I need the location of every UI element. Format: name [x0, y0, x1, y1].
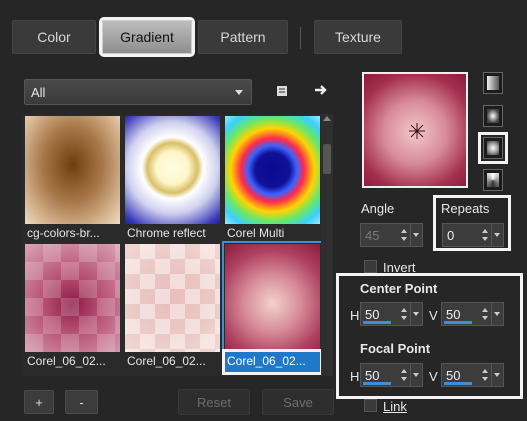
reset-button[interactable]: Reset: [178, 389, 250, 415]
tab-gradient[interactable]: Gradient: [99, 17, 195, 57]
angular-gradient-icon: [487, 173, 499, 187]
linear-gradient-button[interactable]: [483, 72, 503, 94]
tab-pattern[interactable]: Pattern: [198, 20, 288, 54]
value-bar: [444, 321, 472, 324]
gradient-thumbnail: [225, 116, 320, 224]
center-h-label: H: [350, 308, 360, 323]
radial-gradient-icon: [487, 141, 499, 155]
angle-label: Angle: [361, 201, 395, 216]
spin-arrows-icon[interactable]: [481, 303, 491, 325]
add-button[interactable]: +: [24, 390, 54, 414]
gallery-item-caption: cg-colors-br...: [27, 226, 100, 240]
gallery-item[interactable]: Corel Multi: [225, 116, 320, 244]
angle-spinner: 45: [360, 223, 423, 247]
gallery-item-selected[interactable]: Corel_06_02...: [222, 241, 323, 375]
gallery-item[interactable]: cg-colors-br...: [25, 116, 120, 244]
chevron-down-icon: [410, 224, 422, 246]
category-dropdown-value: All: [31, 84, 46, 100]
focal-h-spinner[interactable]: 50: [360, 363, 423, 387]
link-checkbox[interactable]: [364, 399, 377, 412]
repeats-spinner[interactable]: 0: [442, 223, 504, 247]
value-bar: [363, 321, 391, 324]
tab-bar: Color Gradient Pattern Texture: [0, 0, 527, 62]
center-v-label: V: [429, 308, 438, 323]
focal-h-value[interactable]: 50: [361, 368, 400, 383]
focal-h-label: H: [350, 369, 360, 384]
link-label[interactable]: Link: [383, 399, 407, 414]
center-h-spinner[interactable]: 50: [360, 302, 423, 326]
linear-gradient-icon: [487, 76, 499, 90]
value-bar: [444, 382, 472, 385]
chevron-down-icon[interactable]: [491, 364, 503, 386]
center-point-label: Center Point: [360, 281, 438, 296]
invert-label[interactable]: Invert: [383, 260, 416, 275]
spin-arrows-icon[interactable]: [481, 224, 491, 246]
chevron-down-icon[interactable]: [491, 303, 503, 325]
spin-arrows-icon: [400, 224, 410, 246]
center-v-value[interactable]: 50: [442, 307, 481, 322]
gradient-preview[interactable]: [362, 72, 468, 188]
gradient-thumbnail: [125, 116, 220, 224]
repeats-value[interactable]: 0: [443, 228, 481, 243]
gradient-thumbnail: [25, 116, 120, 224]
angular-gradient-button[interactable]: [483, 169, 503, 191]
spin-arrows-icon[interactable]: [400, 364, 410, 386]
chevron-down-icon: [235, 90, 243, 95]
gallery-item-caption: Corel_06_02...: [27, 354, 106, 368]
rectangular-gradient-button[interactable]: [483, 105, 503, 127]
center-v-spinner[interactable]: 50: [441, 302, 504, 326]
scroll-up-icon[interactable]: [323, 116, 331, 121]
angle-value: 45: [365, 227, 380, 243]
gallery-scrollbar[interactable]: [321, 114, 333, 376]
center-h-value[interactable]: 50: [361, 307, 400, 322]
tab-separator: [300, 27, 301, 49]
gallery-item-caption: Chrome reflect: [127, 226, 206, 240]
tab-color[interactable]: Color: [12, 20, 96, 54]
tab-texture[interactable]: Texture: [314, 20, 402, 54]
gallery-item-caption: Corel_06_02...: [127, 354, 206, 368]
gallery-item[interactable]: Corel_06_02...: [25, 244, 120, 372]
focal-v-spinner[interactable]: 50: [441, 363, 504, 387]
save-button[interactable]: Save: [262, 389, 334, 415]
remove-button[interactable]: -: [65, 390, 98, 414]
value-bar: [363, 382, 391, 385]
gradient-thumbnail: [225, 244, 320, 352]
book-icon[interactable]: [272, 81, 292, 101]
focal-point-label: Focal Point: [360, 341, 431, 356]
gradient-gallery: cg-colors-br... Chrome reflect Corel Mul…: [22, 114, 323, 376]
gradient-thumbnail: [125, 244, 220, 352]
gallery-item-caption: Corel_06_02...: [222, 349, 323, 375]
radial-gradient-button[interactable]: [478, 132, 508, 164]
arrow-right-icon[interactable]: [311, 80, 331, 100]
chevron-down-icon[interactable]: [491, 224, 503, 246]
invert-checkbox[interactable]: [364, 260, 377, 273]
spin-arrows-icon[interactable]: [481, 364, 491, 386]
rectangular-gradient-icon: [487, 109, 499, 123]
repeats-label: Repeats: [441, 201, 490, 216]
scrollbar-thumb[interactable]: [323, 144, 331, 174]
chevron-down-icon[interactable]: [410, 303, 422, 325]
crosshair-star-icon[interactable]: [408, 122, 426, 140]
gallery-item-caption: Corel Multi: [227, 226, 285, 240]
chevron-down-icon[interactable]: [410, 364, 422, 386]
spin-arrows-icon[interactable]: [400, 303, 410, 325]
focal-v-value[interactable]: 50: [442, 368, 481, 383]
gradient-thumbnail: [25, 244, 120, 352]
gallery-item[interactable]: Chrome reflect: [125, 116, 220, 244]
focal-v-label: V: [429, 369, 438, 384]
category-dropdown[interactable]: All: [24, 79, 252, 105]
gallery-item[interactable]: Corel_06_02...: [125, 244, 220, 372]
